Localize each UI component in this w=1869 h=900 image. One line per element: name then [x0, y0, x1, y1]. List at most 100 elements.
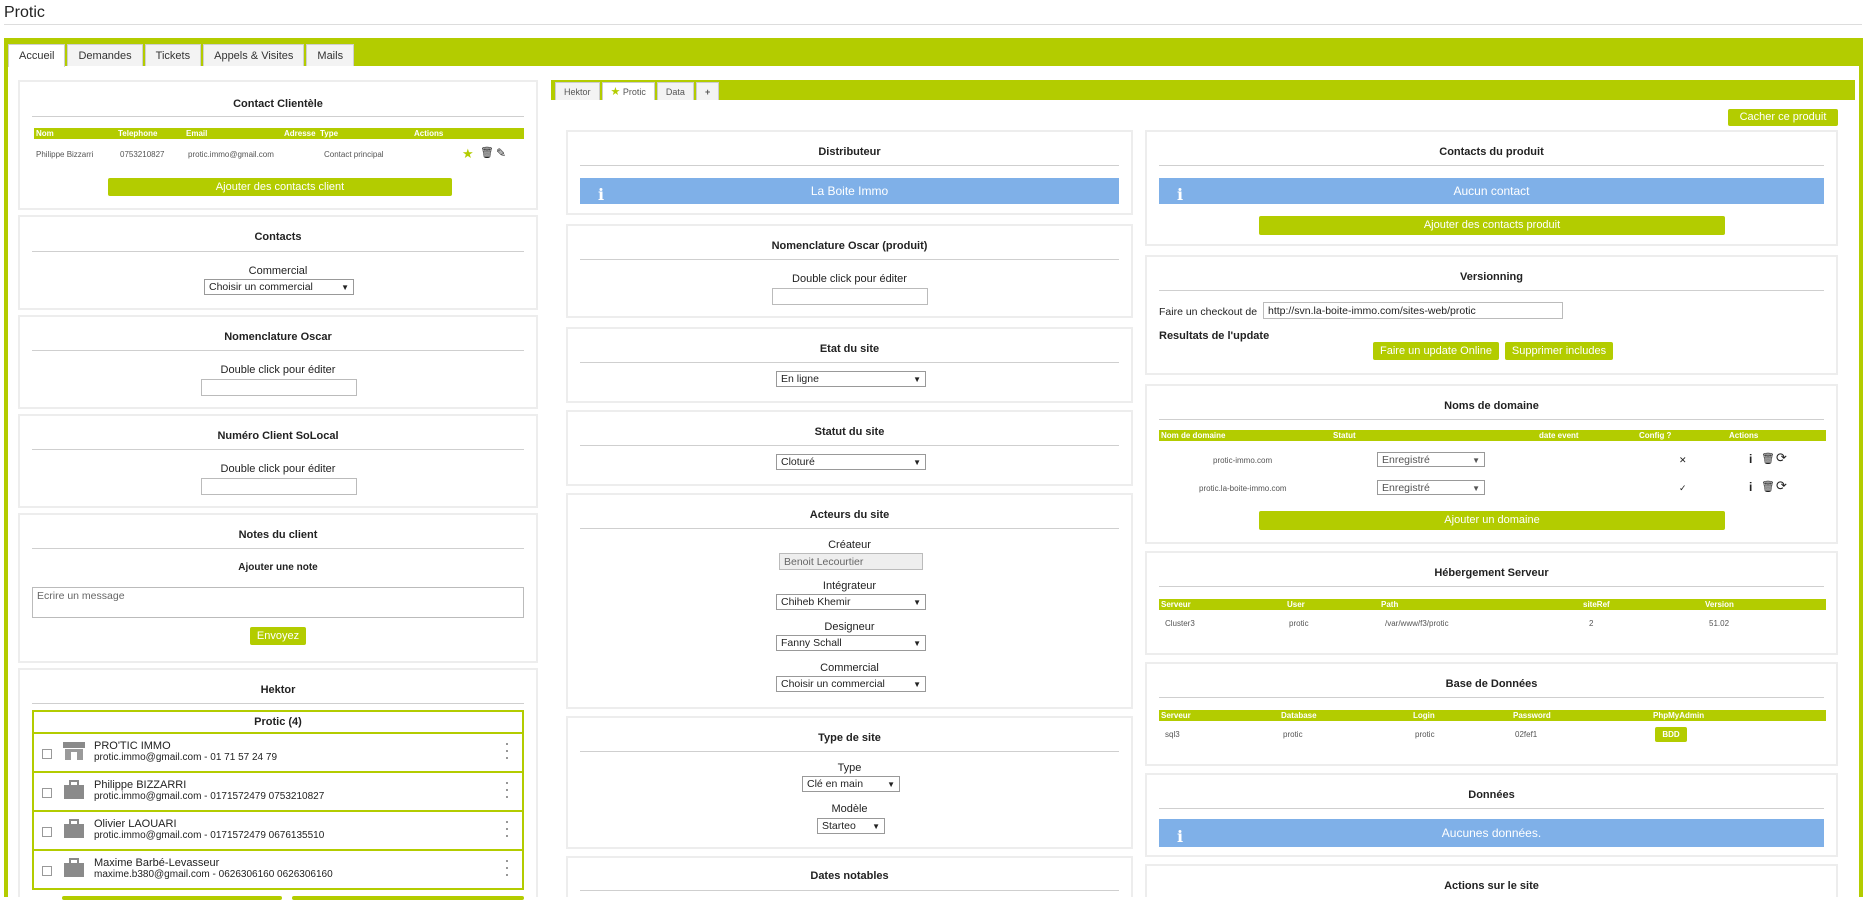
designeur-label: Designeur	[824, 621, 875, 633]
integrateur-select[interactable]: Chiheb Khemir ▼	[776, 594, 926, 610]
item-checkbox[interactable]	[42, 749, 52, 759]
type-label: Type	[837, 762, 862, 774]
subtab-hektor[interactable]: Hektor	[555, 82, 600, 100]
item-checkbox[interactable]	[42, 827, 52, 837]
subtab-protic[interactable]: ★ Protic	[601, 82, 655, 100]
briefcase-icon	[64, 819, 84, 838]
checkout-url-input[interactable]: http://svn.la-boite-immo.com/sites-web/p…	[1263, 302, 1563, 319]
update-results-label: Resultats de l'update	[1159, 330, 1270, 342]
hide-product-button[interactable]: Cacher ce produit	[1728, 109, 1838, 126]
update-online-button[interactable]: Faire un update Online	[1373, 342, 1499, 360]
statut-site-select[interactable]: Cloturé ▼	[776, 454, 926, 470]
list-item[interactable]: Maxime Barbé-Levasseur maxime.b380@gmail…	[34, 851, 522, 890]
subtab-data[interactable]: Data	[656, 82, 694, 100]
item-checkbox[interactable]	[42, 866, 52, 876]
list-item[interactable]: Olivier LAOUARI protic.immo@gmail.com - …	[34, 812, 522, 851]
domain-status-select[interactable]: Enregistré ▼	[1377, 480, 1485, 495]
col-phpmyadmin: PhpMyAdmin	[1653, 711, 1705, 720]
edit-hint: Double click pour éditer	[220, 463, 336, 475]
tab-accueil[interactable]: Accueil	[8, 44, 66, 67]
star-icon: ★	[610, 86, 621, 98]
bdd-panel: Base de Données Serveur Database Login P…	[1145, 662, 1838, 766]
add-tab-icon[interactable]: +	[695, 82, 720, 100]
refresh-icon[interactable]: ⟳	[1776, 450, 1787, 466]
chevron-down-icon: ▼	[913, 375, 921, 384]
config-check-icon: ✓	[1679, 483, 1687, 493]
commercial-select[interactable]: Choisir un commercial ▼	[776, 676, 926, 692]
trash-icon[interactable]: 🗑	[1761, 452, 1775, 465]
designeur-select[interactable]: Fanny Schall ▼	[776, 635, 926, 651]
hebergement-panel: Hébergement Serveur Serveur User Path si…	[1145, 551, 1838, 655]
noms-domaine-panel: Noms de domaine Nom de domaine Statut da…	[1145, 384, 1838, 544]
list-item[interactable]: PRO'TIC IMMO protic.immo@gmail.com - 01 …	[34, 734, 522, 773]
chevron-down-icon: ▼	[872, 822, 880, 831]
path-value: /var/www/f3/protic	[1385, 619, 1449, 628]
tab-demandes[interactable]: Demandes	[67, 44, 143, 66]
divider	[580, 259, 1119, 260]
type-select[interactable]: Clé en main ▼	[802, 776, 900, 792]
more-icon[interactable]: · · ·	[504, 773, 510, 805]
contact-nom: Philippe Bizzarri	[36, 150, 94, 159]
info-icon: i	[1177, 185, 1184, 204]
divider	[32, 350, 524, 351]
more-icon[interactable]: · · ·	[504, 734, 510, 766]
add-client-contacts-button[interactable]: Ajouter des contacts client	[108, 178, 452, 196]
distributeur-info: i La Boite Immo	[580, 178, 1119, 204]
info-text: Aucunes données.	[1441, 826, 1542, 840]
refresh-icon[interactable]: ⟳	[1776, 478, 1787, 494]
col-type: Type	[320, 129, 339, 138]
checkout-label: Faire un checkout de	[1159, 306, 1258, 318]
info-icon[interactable]: i	[1749, 480, 1752, 494]
divider	[1159, 808, 1824, 809]
bdd-button[interactable]: BDD	[1655, 727, 1687, 742]
info-icon[interactable]: i	[1749, 452, 1752, 466]
statut-site-panel: Statut du site Cloturé ▼	[566, 410, 1133, 486]
contacts-panel: Contacts Commercial Choisir un commercia…	[18, 215, 538, 310]
pencil-icon[interactable]: ✎	[496, 146, 506, 160]
panel-title: Contacts	[254, 231, 302, 243]
chevron-down-icon: ▼	[913, 680, 921, 689]
commercial-label: Commercial	[248, 265, 308, 277]
more-icon[interactable]: · · ·	[504, 851, 510, 883]
etat-site-select[interactable]: En ligne ▼	[776, 371, 926, 387]
contact-details: protic.immo@gmail.com - 01 71 57 24 79	[94, 752, 278, 763]
chevron-down-icon: ▼	[913, 598, 921, 607]
solocal-input[interactable]	[201, 478, 357, 495]
tab-mails[interactable]: Mails	[306, 44, 355, 66]
contact-email: protic.immo@gmail.com	[188, 150, 274, 159]
tab-appels-visites[interactable]: Appels & Visites	[203, 44, 305, 66]
note-textarea[interactable]: Ecrire un message	[32, 587, 524, 618]
commercial-label: Commercial	[820, 662, 879, 674]
contact-details: protic.immo@gmail.com - 0171572479 07532…	[94, 791, 325, 802]
siteref-value: 2	[1589, 619, 1594, 628]
add-product-contacts-button[interactable]: Ajouter des contacts produit	[1259, 216, 1725, 235]
select-value: Cloturé	[781, 456, 815, 468]
tab-tickets[interactable]: Tickets	[144, 44, 202, 66]
star-icon[interactable]: ★	[462, 146, 474, 162]
etat-site-panel: Etat du site En ligne ▼	[566, 327, 1133, 403]
list-item[interactable]: Philippe BIZZARRI protic.immo@gmail.com …	[34, 773, 522, 812]
user-value: protic	[1289, 619, 1309, 628]
briefcase-icon	[64, 858, 84, 877]
table-header: Serveur User Path siteRef Version	[1159, 599, 1826, 610]
nomenclature-produit-input[interactable]	[772, 288, 928, 305]
trash-icon[interactable]: 🗑	[1761, 480, 1775, 493]
remove-includes-button[interactable]: Supprimer includes	[1505, 342, 1613, 360]
nomenclature-input[interactable]	[201, 379, 357, 396]
contacts-produit-info: i Aucun contact	[1159, 178, 1824, 204]
dates-notables-panel: Dates notables	[566, 856, 1133, 897]
integrateur-label: Intégrateur	[822, 580, 877, 592]
domain-status-select[interactable]: Enregistré ▼	[1377, 452, 1485, 467]
divider	[32, 251, 524, 252]
version-value: 51.02	[1709, 619, 1730, 628]
more-icon[interactable]: · · ·	[504, 812, 510, 844]
divider	[580, 445, 1119, 446]
createur-input: Benoit Lecourtier	[779, 553, 923, 570]
trash-icon[interactable]: 🗑	[480, 146, 494, 159]
item-checkbox[interactable]	[42, 788, 52, 798]
modele-select[interactable]: Starteo ▼	[817, 818, 885, 834]
add-domain-button[interactable]: Ajouter un domaine	[1259, 511, 1725, 530]
send-note-button[interactable]: Envoyez	[250, 627, 306, 645]
panel-title: Données	[1468, 789, 1515, 801]
commercial-select[interactable]: Choisir un commercial ▼	[204, 279, 354, 295]
